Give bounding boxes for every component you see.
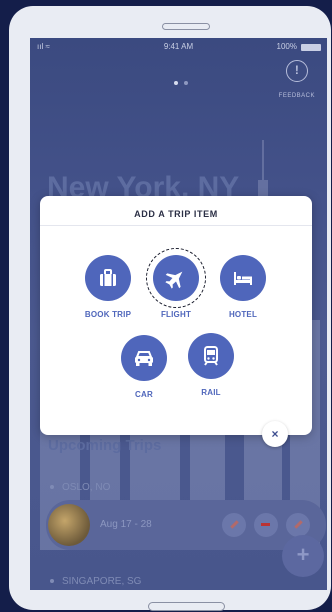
trip-dates: Aug 17 - 28 [100, 519, 152, 530]
trip-name: SINGAPORE, SG [62, 576, 142, 587]
feedback-button[interactable]: ! FEEDBACK [279, 60, 315, 99]
page-indicator [174, 72, 194, 90]
add-trip-fab[interactable]: + [282, 535, 324, 577]
status-bar: ııl ≈ 9:41 AM 100% [30, 41, 327, 55]
battery-icon [301, 44, 321, 51]
train-icon [188, 333, 234, 379]
trip-row-singapore[interactable]: SINGAPORE, SG [50, 576, 142, 587]
hotel-label: HOTEL [228, 310, 258, 319]
trip-row-oslo[interactable]: OSLO, NO [50, 482, 111, 493]
battery-percent: 100% [276, 42, 297, 51]
upcoming-trips-heading: Upcoming Trips [48, 437, 162, 454]
rail-badge-icon [254, 513, 278, 537]
rail-button[interactable]: RAIL [176, 333, 246, 397]
airplane-icon [146, 248, 206, 308]
trip-card[interactable]: Aug 17 - 28 [46, 500, 326, 550]
book-trip-button[interactable]: BOOK TRIP [73, 255, 143, 319]
flight-label: FLIGHT [160, 310, 192, 319]
flight-button[interactable]: FLIGHT [141, 248, 211, 319]
page-dot [184, 81, 188, 85]
flight-badge-icon [286, 513, 310, 537]
flight-badge-icon [222, 513, 246, 537]
car-label: CAR [135, 390, 153, 399]
close-modal-button[interactable]: × [262, 421, 288, 447]
car-icon [121, 335, 167, 381]
app-canvas: ııl ≈ 9:41 AM 100% ! FEEDBACK New York, … [0, 0, 332, 612]
speaker-grille [162, 23, 210, 30]
modal-divider [40, 225, 312, 226]
page-dot-active [174, 81, 178, 85]
book-trip-label: BOOK TRIP [84, 310, 132, 319]
car-button[interactable]: CAR [109, 335, 179, 399]
trip-thumbnail [48, 504, 90, 546]
suitcase-icon [85, 255, 131, 301]
bed-icon [220, 255, 266, 301]
feedback-icon: ! [285, 60, 308, 82]
timeline-dot [50, 579, 54, 583]
timeline-dot [50, 485, 54, 489]
feedback-label: FEEDBACK [278, 93, 315, 99]
home-button[interactable] [148, 602, 225, 611]
hotel-button[interactable]: HOTEL [208, 255, 278, 319]
add-trip-item-modal: ADD A TRIP ITEM BOOK TRIP FLIGHT HOTEL C… [40, 196, 312, 435]
trip-name: OSLO, NO [62, 482, 111, 493]
rail-label: RAIL [201, 388, 221, 397]
modal-title: ADD A TRIP ITEM [134, 209, 218, 219]
